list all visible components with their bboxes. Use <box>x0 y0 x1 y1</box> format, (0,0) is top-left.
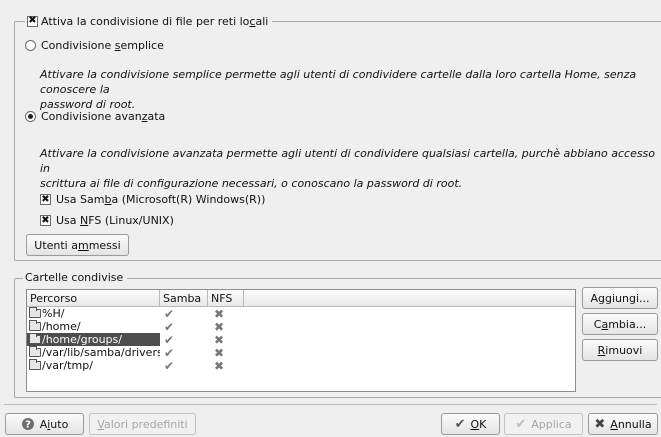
path-cell: /home/ <box>27 320 160 333</box>
nfs-cell: ✖ <box>208 359 244 372</box>
help-button-label: Aiuto <box>39 417 69 431</box>
add-button[interactable]: Aggiungi... <box>582 287 658 309</box>
nfs-x-icon: ✖ <box>214 307 225 320</box>
samba-cell: ✔ <box>160 359 208 372</box>
advanced-sharing-desc-line2: scrittura ai file di configurazione nece… <box>40 177 463 190</box>
remove-button[interactable]: Rimuovi <box>582 339 658 361</box>
column-header-path[interactable]: Percorso <box>27 290 160 306</box>
enable-sharing-check-mark: ✖ <box>27 15 38 27</box>
table-row[interactable]: /var/lib/samba/drivers/ ✔ ✖ <box>27 346 575 359</box>
simple-sharing-desc-line1: Attivare la condivisione semplice permet… <box>40 68 637 96</box>
table-row[interactable]: %H/ ✔ ✖ <box>27 307 575 320</box>
folder-icon <box>29 333 41 344</box>
folder-icon <box>29 307 41 318</box>
table-row[interactable]: /home/groups/ ✔ ✖ <box>27 333 575 346</box>
advanced-sharing-desc-line1: Attivare la condivisione avanzata permet… <box>40 147 656 175</box>
samba-check-icon: ✔ <box>164 307 175 320</box>
folder-icon <box>29 359 41 370</box>
path-text: /home/groups/ <box>42 333 122 346</box>
help-button[interactable]: ? Aiuto <box>5 413 84 435</box>
advanced-sharing-label: Condivisione avanzata <box>41 110 166 123</box>
nfs-cell: ✖ <box>208 307 244 320</box>
use-nfs-label: Usa NFS (Linux/UNIX) <box>56 214 174 227</box>
path-text: %H/ <box>42 307 65 320</box>
advanced-sharing-description: Attivare la condivisione avanzata permet… <box>40 146 661 191</box>
simple-sharing-radio[interactable]: Condivisione semplice <box>25 39 164 52</box>
apply-check-icon: ✔ <box>515 416 527 432</box>
samba-cell: ✔ <box>160 333 208 346</box>
ok-button-label: OK <box>470 417 487 431</box>
help-icon: ? <box>21 418 34 431</box>
enable-sharing-label: Attiva la condivisione di file per reti … <box>41 14 269 28</box>
defaults-button[interactable]: Valori predefiniti <box>89 413 196 435</box>
allowed-users-button[interactable]: Utenti ammessi <box>26 234 129 256</box>
nfs-x-icon: ✖ <box>214 333 225 346</box>
nfs-x-icon: ✖ <box>214 346 225 359</box>
change-button-label: Cambia... <box>593 317 647 331</box>
samba-check-icon: ✔ <box>164 320 175 333</box>
advanced-sharing-radio[interactable]: Condivisione avanzata <box>25 110 165 123</box>
footer-separator <box>4 404 657 405</box>
samba-check-icon: ✔ <box>164 359 175 372</box>
advanced-sharing-radio-indicator <box>25 111 36 122</box>
shared-folders-title: Cartelle condivise <box>23 270 128 284</box>
svg-text:?: ? <box>25 420 31 431</box>
remove-button-label: Rimuovi <box>597 343 643 357</box>
simple-sharing-radio-indicator <box>25 40 36 51</box>
path-cell: /home/groups/ <box>27 333 160 346</box>
folder-icon <box>29 320 41 331</box>
ok-check-icon: ✔ <box>454 416 466 432</box>
use-nfs-check-mark: ✖ <box>40 214 51 226</box>
table-row[interactable]: /home/ ✔ ✖ <box>27 320 575 333</box>
path-cell: %H/ <box>27 307 160 320</box>
column-header-nfs[interactable]: NFS <box>208 290 244 306</box>
simple-sharing-description: Attivare la condivisione semplice permet… <box>40 67 661 112</box>
folder-icon <box>29 346 41 357</box>
cancel-button[interactable]: ✖ Annulla <box>588 413 658 435</box>
path-text: /var/lib/samba/drivers/ <box>42 346 160 359</box>
nfs-x-icon: ✖ <box>214 359 225 372</box>
use-samba-check-mark: ✖ <box>40 193 51 205</box>
samba-cell: ✔ <box>160 346 208 359</box>
nfs-cell: ✖ <box>208 333 244 346</box>
path-cell: /var/tmp/ <box>27 359 160 372</box>
table-row[interactable]: /var/tmp/ ✔ ✖ <box>27 359 575 372</box>
enable-sharing-checkbox[interactable]: ✖ Attiva la condivisione di file per ret… <box>25 14 273 28</box>
use-nfs-checkbox[interactable]: ✖ Usa NFS (Linux/UNIX) <box>40 214 174 227</box>
path-text: /home/ <box>42 320 81 333</box>
path-cell: /var/lib/samba/drivers/ <box>27 346 160 359</box>
nfs-x-icon: ✖ <box>214 320 225 333</box>
radio-selected-dot <box>28 114 33 119</box>
nfs-cell: ✖ <box>208 346 244 359</box>
defaults-button-label: Valori predefiniti <box>97 417 188 431</box>
shared-folders-table[interactable]: Percorso Samba NFS %H/✔ ✖/home/✔ ✖/home/gr… <box>26 289 576 392</box>
use-samba-label: Usa Samba (Microsoft(R) Windows(R)) <box>56 193 266 206</box>
add-button-label: Aggiungi... <box>590 291 650 305</box>
allowed-users-label: Utenti ammessi <box>34 238 121 252</box>
column-header-samba[interactable]: Samba <box>160 290 208 306</box>
use-samba-checkbox[interactable]: ✖ Usa Samba (Microsoft(R) Windows(R)) <box>40 193 265 206</box>
apply-button-label: Applica <box>531 417 572 431</box>
apply-button[interactable]: ✔ Applica <box>504 413 583 435</box>
samba-check-icon: ✔ <box>164 346 175 359</box>
samba-cell: ✔ <box>160 307 208 320</box>
cancel-x-icon: ✖ <box>594 416 606 432</box>
simple-sharing-label: Condivisione semplice <box>41 39 164 52</box>
samba-check-icon: ✔ <box>164 333 175 346</box>
cancel-button-label: Annulla <box>610 417 652 431</box>
ok-button[interactable]: ✔ OK <box>441 413 500 435</box>
change-button[interactable]: Cambia... <box>582 313 658 335</box>
table-body: %H/✔ ✖/home/✔ ✖/home/groups/✔ ✖/var/lib/sam… <box>27 307 575 372</box>
path-text: /var/tmp/ <box>42 359 93 372</box>
nfs-cell: ✖ <box>208 320 244 333</box>
samba-cell: ✔ <box>160 320 208 333</box>
table-header: Percorso Samba NFS <box>27 290 575 307</box>
